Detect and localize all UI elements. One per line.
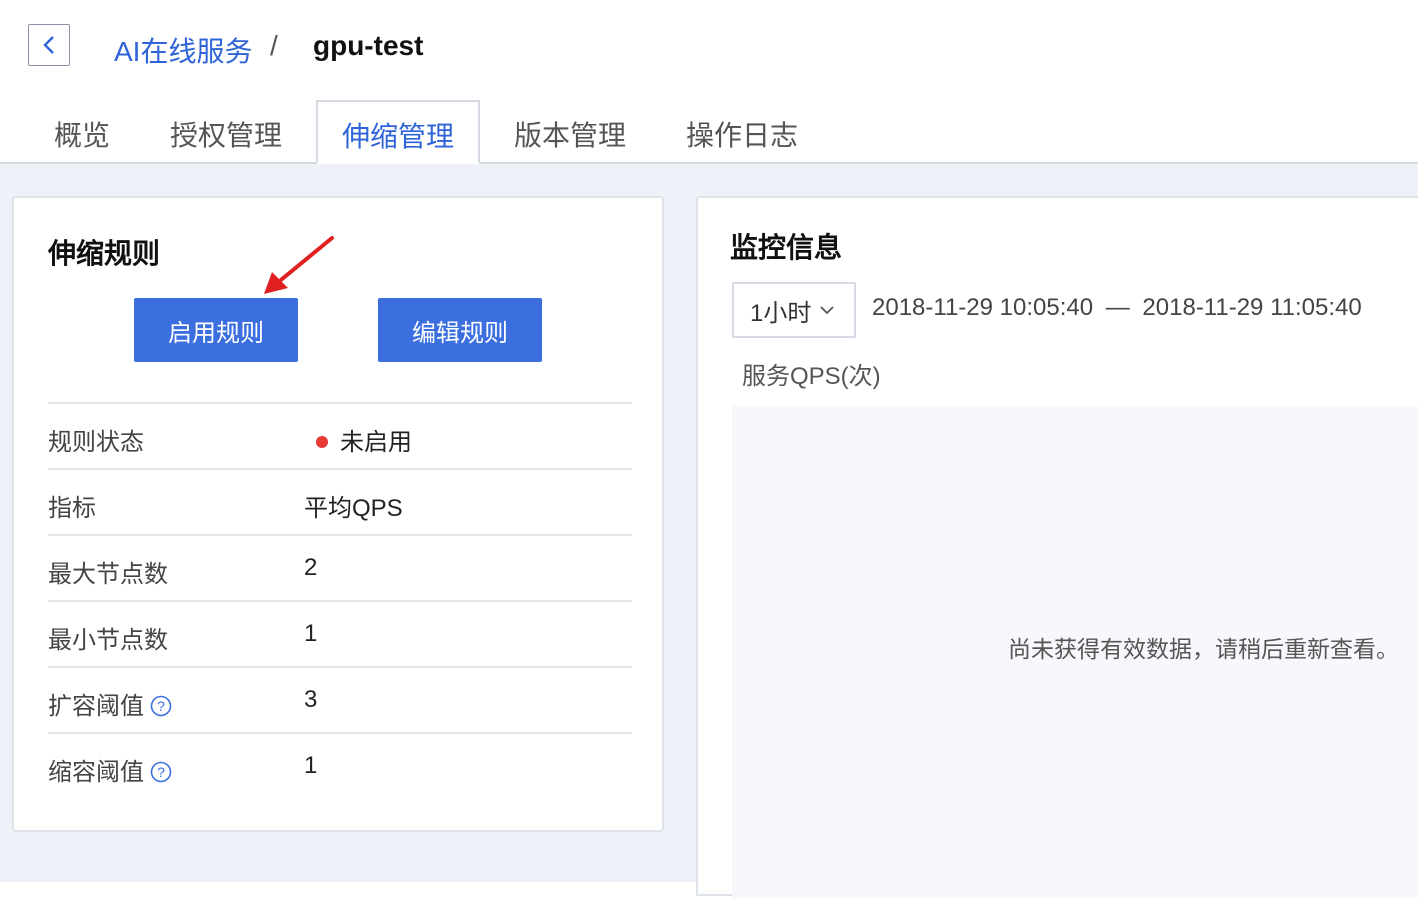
scaling-rules-panel: 伸缩规则 启用规则 编辑规则 规则状态 未启用 指标 平均QPS 最大节点数 2…	[12, 196, 664, 832]
row-label: 最小节点数	[48, 627, 168, 654]
breadcrumb-separator: /	[270, 30, 278, 61]
max-nodes-value: 2	[304, 554, 318, 581]
row-min-nodes: 最小节点数 1	[48, 600, 632, 666]
time-range-select[interactable]: 1小时	[732, 282, 856, 338]
row-label: 最大节点数	[48, 561, 168, 588]
tab-bar: 概览 授权管理 伸缩管理 版本管理 操作日志	[0, 100, 1418, 164]
qps-chart-area: 尚未获得有效数据，请稍后重新查看。	[732, 406, 1418, 898]
row-label: 扩容阈值?	[48, 686, 172, 721]
tab-authorization[interactable]: 授权管理	[170, 114, 282, 154]
row-label: 规则状态	[48, 429, 144, 456]
tab-versions[interactable]: 版本管理	[514, 114, 626, 154]
header-bar: AI在线服务 / gpu-test	[0, 0, 1418, 100]
row-label: 指标	[48, 495, 96, 522]
monitoring-panel: 监控信息 1小时 2018-11-29 10:05:40 — 2018-11-2…	[696, 196, 1418, 898]
enable-rule-button[interactable]: 启用规则	[134, 298, 298, 362]
monitoring-title: 监控信息	[730, 232, 843, 263]
row-rule-status: 规则状态 未启用	[48, 402, 632, 468]
min-nodes-value: 1	[304, 620, 318, 647]
help-icon[interactable]: ?	[150, 695, 172, 717]
scale-out-label: 扩容阈值	[48, 693, 144, 720]
rule-status-value: 未启用	[316, 422, 412, 457]
chevron-left-icon	[43, 36, 54, 54]
time-range-select-value: 1小时	[750, 299, 812, 327]
start-time: 2018-11-29 10:05:40	[872, 294, 1094, 321]
tab-operation-log[interactable]: 操作日志	[686, 114, 798, 154]
rule-details-list: 规则状态 未启用 指标 平均QPS 最大节点数 2 最小节点数 1 扩容阈值? …	[48, 402, 632, 798]
tab-overview[interactable]: 概览	[54, 114, 110, 154]
chevron-down-icon	[820, 306, 834, 315]
row-label: 缩容阈值?	[48, 752, 172, 787]
breadcrumb-parent-link[interactable]: AI在线服务	[114, 30, 252, 70]
empty-data-message: 尚未获得有效数据，请稍后重新查看。	[1008, 636, 1399, 662]
help-icon[interactable]: ?	[150, 761, 172, 783]
scale-in-label: 缩容阈值	[48, 759, 144, 786]
scale-out-threshold-value: 3	[304, 686, 318, 713]
time-range-text: 2018-11-29 10:05:40 — 2018-11-29 11:05:4…	[872, 294, 1362, 322]
row-metric: 指标 平均QPS	[48, 468, 632, 534]
row-scale-in-threshold: 缩容阈值? 1	[48, 732, 632, 798]
tab-scaling[interactable]: 伸缩管理	[316, 100, 481, 164]
scale-in-threshold-value: 1	[304, 752, 318, 779]
annotation-arrow	[264, 236, 334, 294]
back-button[interactable]	[28, 24, 70, 66]
status-text: 未启用	[340, 429, 412, 456]
page-title: gpu-test	[313, 30, 424, 61]
range-separator: —	[1105, 294, 1130, 321]
row-max-nodes: 最大节点数 2	[48, 534, 632, 600]
main-content: 伸缩规则 启用规则 编辑规则 规则状态 未启用 指标 平均QPS 最大节点数 2…	[0, 164, 1418, 898]
status-dot-icon	[316, 436, 328, 448]
svg-text:?: ?	[157, 698, 165, 714]
end-time: 2018-11-29 11:05:40	[1142, 294, 1362, 321]
edit-rule-button[interactable]: 编辑规则	[378, 298, 542, 362]
scaling-rules-title: 伸缩规则	[48, 238, 161, 269]
chart-label: 服务QPS(次)	[742, 363, 881, 390]
metric-value: 平均QPS	[304, 495, 403, 522]
row-scale-out-threshold: 扩容阈值? 3	[48, 666, 632, 732]
svg-text:?: ?	[157, 764, 165, 780]
